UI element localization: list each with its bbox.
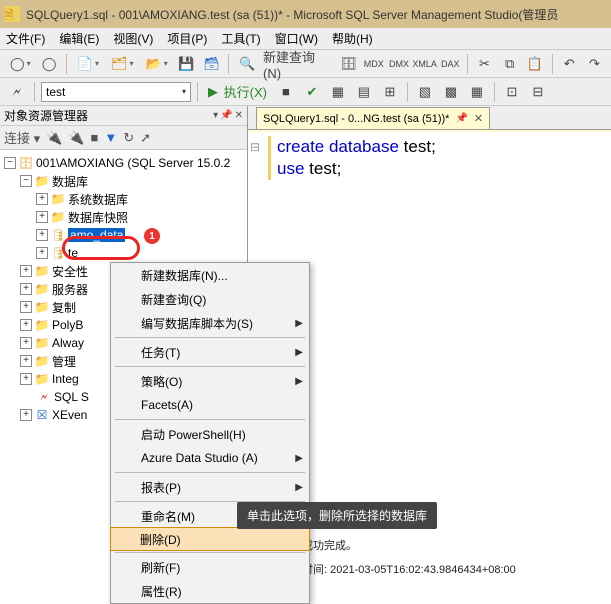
forward-button[interactable]: ◯ bbox=[39, 53, 60, 75]
tree-sysdb[interactable]: +📁系统数据库 bbox=[2, 190, 245, 208]
options-button[interactable]: ▤ bbox=[353, 81, 375, 103]
new-file-button[interactable]: 📄▾ bbox=[73, 53, 103, 75]
window-title: SQLQuery1.sql - 001\AMOXIANG.test (sa (5… bbox=[26, 6, 558, 23]
menu-project[interactable]: 项目(P) bbox=[167, 30, 207, 47]
pin-icon[interactable]: 📌 bbox=[455, 113, 467, 124]
live-plan-button[interactable]: ▦ bbox=[466, 81, 488, 103]
ctx-new-database[interactable]: 新建数据库(N)... bbox=[111, 263, 309, 287]
engine-query-icon[interactable]: 🗄 bbox=[338, 53, 359, 75]
tree-amo-data[interactable]: +🛢amo_data bbox=[2, 226, 245, 244]
open-project-button[interactable]: 🗂▾ bbox=[107, 53, 138, 75]
pin-icon[interactable]: 📌 bbox=[220, 110, 232, 121]
redo-button[interactable]: ↷ bbox=[584, 53, 605, 75]
disconnect-icon[interactable]: 🔌 bbox=[68, 130, 84, 146]
context-menu: 新建数据库(N)... 新建查询(Q) 编写数据库脚本为(S)▶ 任务(T)▶ … bbox=[110, 262, 310, 604]
parse-button[interactable]: ✔ bbox=[301, 81, 323, 103]
code-editor[interactable]: ⊟ create database test; use test; bbox=[248, 130, 611, 184]
database-combo[interactable]: test▾ bbox=[41, 82, 191, 102]
messages-line: 令已成功完成。 bbox=[280, 537, 516, 553]
tooltip: 单击此选项，删除所选择的数据库 bbox=[237, 502, 437, 529]
connect-label[interactable]: 连接 ▾ bbox=[4, 128, 40, 147]
chevron-right-icon: ▶ bbox=[295, 482, 303, 493]
tree-snapshot[interactable]: +📁数据库快照 bbox=[2, 208, 245, 226]
include-plan-button[interactable]: ▧ bbox=[414, 81, 436, 103]
ctx-reports[interactable]: 报表(P)▶ bbox=[111, 475, 309, 499]
ctx-powershell[interactable]: 启动 PowerShell(H) bbox=[111, 422, 309, 446]
specify2-button[interactable]: ⊟ bbox=[527, 81, 549, 103]
menu-window[interactable]: 窗口(W) bbox=[275, 30, 318, 47]
paste-button[interactable]: 📋 bbox=[524, 53, 545, 75]
chevron-right-icon: ▶ bbox=[295, 376, 303, 387]
save-button[interactable]: 💾 bbox=[176, 53, 197, 75]
tree-databases[interactable]: −📁数据库 bbox=[2, 172, 245, 190]
menu-help[interactable]: 帮助(H) bbox=[332, 30, 373, 47]
window-title-bar: SQLQuery1.sql - 001\AMOXIANG.test (sa (5… bbox=[0, 0, 611, 28]
ctx-delete[interactable]: 删除(D) bbox=[110, 527, 310, 551]
execute-button[interactable]: ▶ 执行(X) bbox=[204, 81, 271, 103]
ctx-policies[interactable]: 策略(O)▶ bbox=[111, 369, 309, 393]
object-explorer-toolbar: 连接 ▾ 🔌 🔌 ■ ▼ ↻ ➚ bbox=[0, 126, 247, 150]
menu-file[interactable]: 文件(F) bbox=[6, 30, 45, 47]
filter-icon[interactable]: ▼ bbox=[104, 130, 117, 145]
plan-button[interactable]: ▦ bbox=[327, 81, 349, 103]
new-query-button[interactable]: 🔍 新建查询(N) bbox=[235, 53, 334, 75]
ctx-facets[interactable]: Facets(A) bbox=[111, 393, 309, 417]
stop-button[interactable]: ■ bbox=[275, 81, 297, 103]
dax-icon[interactable]: DAX bbox=[440, 53, 461, 75]
editor-tabs: SQLQuery1.sql - 0...NG.test (sa (51))* 📌… bbox=[248, 106, 611, 130]
stop-icon[interactable]: ■ bbox=[91, 130, 99, 145]
open-file-button[interactable]: 📂▾ bbox=[142, 53, 172, 75]
ctx-properties[interactable]: 属性(R) bbox=[111, 579, 309, 603]
ctx-tasks[interactable]: 任务(T)▶ bbox=[111, 340, 309, 364]
cut-button[interactable]: ✂ bbox=[474, 53, 495, 75]
dropdown-icon[interactable]: ▾ bbox=[213, 110, 218, 121]
chevron-right-icon: ▶ bbox=[295, 347, 303, 358]
connect-icon[interactable]: 🗲 bbox=[6, 81, 28, 103]
menu-tools[interactable]: 工具(T) bbox=[221, 30, 260, 47]
ctx-azure-data-studio[interactable]: Azure Data Studio (A)▶ bbox=[111, 446, 309, 470]
mdx-icon[interactable]: MDX bbox=[363, 53, 384, 75]
ctx-refresh[interactable]: 刷新(F) bbox=[111, 555, 309, 579]
tree-te[interactable]: +🛢te bbox=[2, 244, 245, 262]
xmla-icon[interactable]: XMLA bbox=[414, 53, 436, 75]
back-button[interactable]: ◯▾ bbox=[6, 53, 35, 75]
editor-tab-active[interactable]: SQLQuery1.sql - 0...NG.test (sa (51))* 📌… bbox=[256, 107, 490, 129]
copy-button[interactable]: ⧉ bbox=[499, 53, 520, 75]
close-icon[interactable]: ✕ bbox=[474, 112, 483, 125]
refresh-icon[interactable]: ↻ bbox=[123, 130, 134, 146]
specify-button[interactable]: ⊡ bbox=[501, 81, 523, 103]
annotation-badge-1: 1 bbox=[144, 228, 160, 244]
connect-icon[interactable]: 🔌 bbox=[46, 130, 62, 146]
results-grid-button[interactable]: ⊞ bbox=[379, 81, 401, 103]
menu-edit[interactable]: 编辑(E) bbox=[59, 30, 99, 47]
ctx-script-db[interactable]: 编写数据库脚本为(S)▶ bbox=[111, 311, 309, 335]
ctx-new-query[interactable]: 新建查询(Q) bbox=[111, 287, 309, 311]
chevron-right-icon: ▶ bbox=[295, 453, 303, 464]
chevron-right-icon: ▶ bbox=[295, 318, 303, 329]
undo-button[interactable]: ↶ bbox=[559, 53, 580, 75]
toolbar-main: ◯▾ ◯ 📄▾ 🗂▾ 📂▾ 💾 🗃 🔍 新建查询(N) 🗄 MDX DMX XM… bbox=[0, 50, 611, 78]
tree-server[interactable]: −🗄001\AMOXIANG (SQL Server 15.0.2 bbox=[2, 154, 245, 172]
stats-button[interactable]: ▩ bbox=[440, 81, 462, 103]
search-icon[interactable]: ➚ bbox=[140, 130, 151, 146]
menu-view[interactable]: 视图(V) bbox=[113, 30, 153, 47]
object-explorer-title: 对象资源管理器 ▾📌✕ bbox=[0, 106, 247, 126]
dmx-icon[interactable]: DMX bbox=[388, 53, 409, 75]
toolbar-query: 🗲 test▾ ▶ 执行(X) ■ ✔ ▦ ▤ ⊞ ▧ ▩ ▦ ⊡ ⊟ bbox=[0, 78, 611, 106]
app-icon bbox=[4, 6, 20, 22]
close-icon[interactable]: ✕ bbox=[235, 110, 243, 121]
save-all-button[interactable]: 🗃 bbox=[201, 53, 222, 75]
